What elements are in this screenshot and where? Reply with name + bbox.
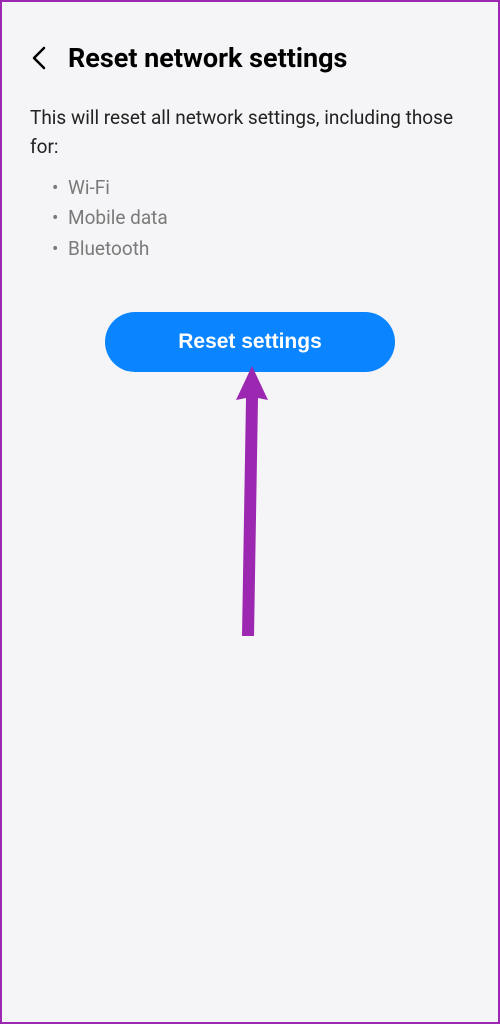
reset-items-list: Wi-Fi Mobile data Bluetooth — [2, 169, 498, 294]
back-icon[interactable] — [28, 47, 50, 69]
page-title: Reset network settings — [68, 42, 347, 74]
list-item: Bluetooth — [52, 234, 470, 264]
header: Reset network settings — [2, 2, 498, 94]
list-item: Wi-Fi — [52, 173, 470, 203]
button-container: Reset settings — [2, 294, 498, 372]
annotation-arrow-icon — [228, 366, 276, 650]
description-text: This will reset all network settings, in… — [2, 94, 498, 169]
list-item: Mobile data — [52, 203, 470, 233]
reset-settings-button[interactable]: Reset settings — [105, 312, 395, 372]
